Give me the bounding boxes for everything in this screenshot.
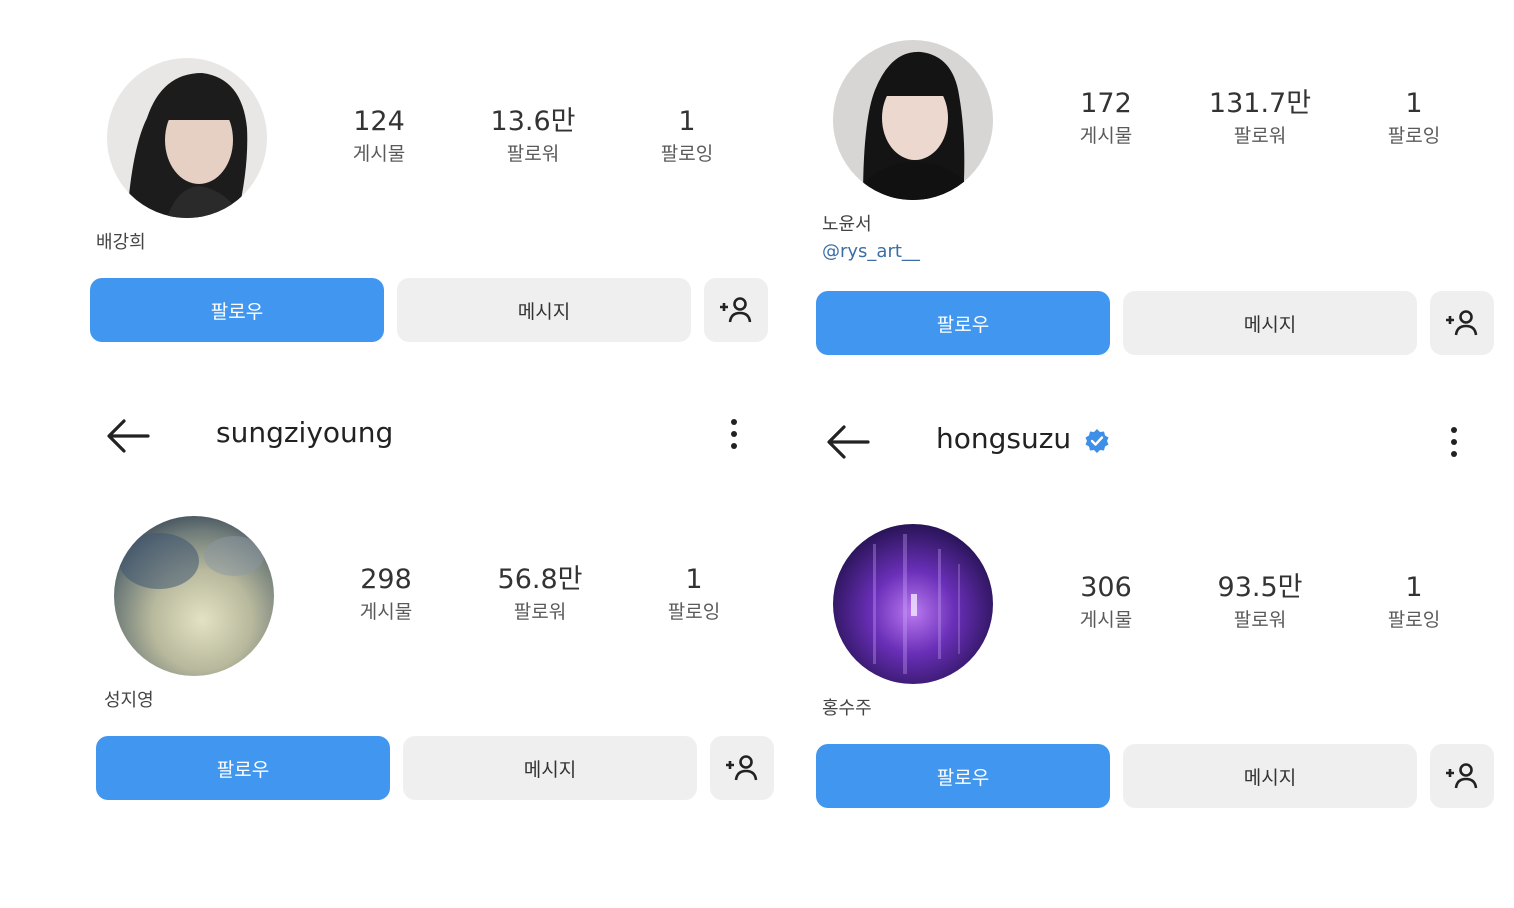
avatar-photo <box>107 58 267 218</box>
add-user-button[interactable] <box>704 278 768 342</box>
username: sungziyoung <box>216 416 394 449</box>
following-stat[interactable]: 1 팔로잉 <box>1354 88 1474 149</box>
more-vertical-icon[interactable] <box>724 414 744 454</box>
posts-count: 124 <box>353 106 405 137</box>
avatar-photo <box>833 524 993 684</box>
followers-count: 131.7만 <box>1208 88 1312 119</box>
profile-card-3: 298 게시물 56.8만 팔로워 1 팔로잉 성지영 팔로우 메시지 <box>80 500 780 900</box>
more-vertical-icon[interactable] <box>1444 422 1464 462</box>
followers-label: 팔로워 <box>1233 125 1287 147</box>
message-button[interactable]: 메시지 <box>1123 291 1417 355</box>
profile-card-4: 306 게시물 93.5만 팔로워 1 팔로잉 홍수주 팔로우 메시지 <box>806 508 1506 908</box>
posts-stat[interactable]: 306 게시물 <box>1046 572 1166 633</box>
username: hongsuzu <box>936 422 1072 455</box>
followers-count: 56.8만 <box>497 564 583 595</box>
display-name: 홍수주 <box>822 698 872 719</box>
followers-stat[interactable]: 13.6만 팔로워 <box>473 106 593 167</box>
avatar-photo <box>114 516 274 676</box>
posts-label: 게시물 <box>1079 609 1133 631</box>
posts-label: 게시물 <box>352 143 406 165</box>
add-user-icon <box>726 755 758 781</box>
following-stat[interactable]: 1 팔로잉 <box>627 106 747 167</box>
following-count: 1 <box>1405 88 1423 119</box>
profile-header: sungziyoung <box>80 404 780 464</box>
following-count: 1 <box>1405 572 1423 603</box>
avatar[interactable] <box>107 58 267 218</box>
followers-count: 13.6만 <box>490 106 576 137</box>
add-user-button[interactable] <box>710 736 774 800</box>
posts-label: 게시물 <box>359 601 413 623</box>
add-user-icon <box>1446 310 1478 336</box>
following-stat[interactable]: 1 팔로잉 <box>1354 572 1474 633</box>
add-user-icon <box>1446 763 1478 789</box>
avatar[interactable] <box>833 40 993 200</box>
add-user-icon <box>720 297 752 323</box>
following-label: 팔로잉 <box>667 601 721 623</box>
following-count: 1 <box>678 106 696 137</box>
following-label: 팔로잉 <box>660 143 714 165</box>
posts-count: 306 <box>1080 572 1132 603</box>
profile-header: hongsuzu <box>806 412 1506 472</box>
profile-card-1: 124 게시물 13.6만 팔로워 1 팔로잉 배강희 팔로우 메시지 <box>80 40 780 440</box>
followers-label: 팔로워 <box>1233 609 1287 631</box>
add-user-button[interactable] <box>1430 744 1494 808</box>
posts-stat[interactable]: 124 게시물 <box>319 106 439 167</box>
follow-button[interactable]: 팔로우 <box>96 736 390 800</box>
posts-stat[interactable]: 172 게시물 <box>1046 88 1166 149</box>
followers-stat[interactable]: 56.8만 팔로워 <box>480 564 600 625</box>
posts-stat[interactable]: 298 게시물 <box>326 564 446 625</box>
handle-link[interactable]: @rys_art__ <box>822 241 920 262</box>
arrow-left-icon[interactable] <box>104 416 154 456</box>
following-label: 팔로잉 <box>1387 609 1441 631</box>
posts-count: 172 <box>1080 88 1132 119</box>
verified-badge-icon <box>1085 429 1109 453</box>
following-stat[interactable]: 1 팔로잉 <box>634 564 754 625</box>
posts-label: 게시물 <box>1079 125 1133 147</box>
following-count: 1 <box>685 564 703 595</box>
followers-stat[interactable]: 93.5만 팔로워 <box>1200 572 1320 633</box>
followers-label: 팔로워 <box>513 601 567 623</box>
posts-count: 298 <box>360 564 412 595</box>
display-name: 배강희 <box>96 232 146 253</box>
avatar-photo <box>833 40 993 200</box>
followers-count: 93.5만 <box>1217 572 1303 603</box>
follow-button[interactable]: 팔로우 <box>90 278 384 342</box>
followers-stat[interactable]: 131.7만 팔로워 <box>1200 88 1320 149</box>
arrow-left-icon[interactable] <box>824 422 874 462</box>
followers-label: 팔로워 <box>506 143 560 165</box>
avatar[interactable] <box>114 516 274 676</box>
follow-button[interactable]: 팔로우 <box>816 291 1110 355</box>
add-user-button[interactable] <box>1430 291 1494 355</box>
message-button[interactable]: 메시지 <box>403 736 697 800</box>
avatar[interactable] <box>833 524 993 684</box>
profile-card-2: 172 게시물 131.7만 팔로워 1 팔로잉 노윤서 @rys_art__ … <box>806 30 1506 430</box>
message-button[interactable]: 메시지 <box>1123 744 1417 808</box>
display-name: 성지영 <box>104 690 154 711</box>
message-button[interactable]: 메시지 <box>397 278 691 342</box>
follow-button[interactable]: 팔로우 <box>816 744 1110 808</box>
following-label: 팔로잉 <box>1387 125 1441 147</box>
display-name: 노윤서 <box>822 214 872 235</box>
